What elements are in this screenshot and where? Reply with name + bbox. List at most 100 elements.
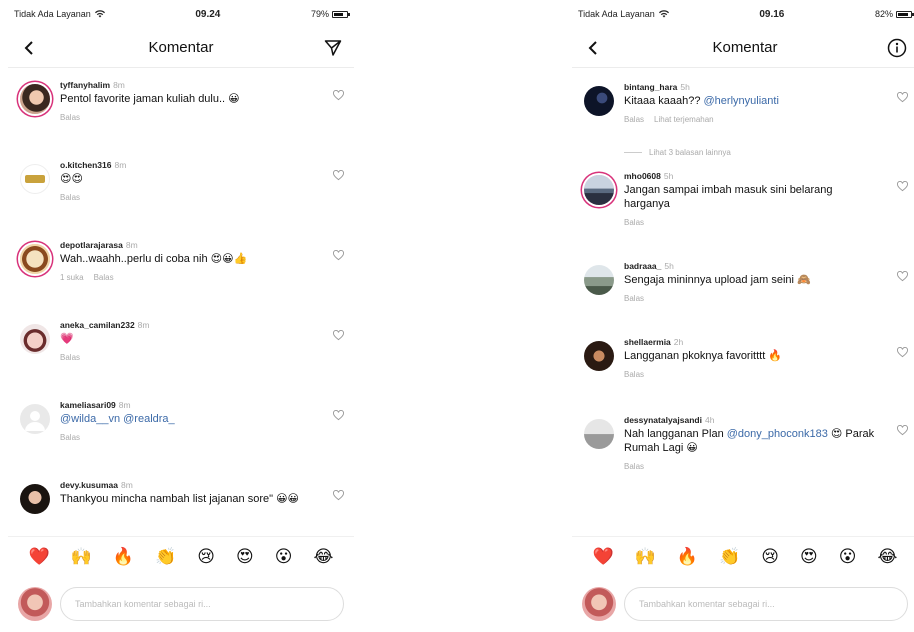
emoji-laugh[interactable]: 😂 bbox=[878, 547, 898, 567]
emoji-bar: ❤️ 🙌 🔥 👏 😢 😍 😮 😂 bbox=[572, 536, 914, 576]
heart-icon[interactable] bbox=[897, 425, 908, 436]
comment-time: 8m bbox=[125, 240, 138, 250]
heart-icon[interactable] bbox=[333, 490, 344, 501]
comment-time: 8m bbox=[118, 400, 131, 410]
carrier-label: Tidak Ada Layanan bbox=[14, 9, 91, 19]
heart-icon[interactable] bbox=[897, 271, 908, 282]
comment-username[interactable]: aneka_camilan232 bbox=[60, 320, 135, 330]
reply-link[interactable]: Balas bbox=[60, 433, 80, 442]
avatar[interactable] bbox=[20, 164, 50, 194]
mention-link[interactable]: @herlynyulianti bbox=[704, 95, 779, 107]
view-replies-label: Lihat 3 balasan lainnya bbox=[649, 148, 731, 157]
emoji-surprised[interactable]: 😮 bbox=[839, 547, 857, 567]
comment-item: kameliasari09 8m @wilda__vn @realdra_ Bal… bbox=[8, 400, 354, 480]
battery-label: 79% bbox=[310, 9, 329, 19]
reply-link[interactable]: Balas bbox=[60, 193, 80, 202]
comment-input[interactable]: Tambahkan komentar sebagai ri... bbox=[624, 587, 908, 621]
emoji-laugh[interactable]: 😂 bbox=[314, 547, 334, 567]
emoji-cry[interactable]: 😢 bbox=[761, 547, 779, 567]
heart-icon[interactable] bbox=[333, 250, 344, 261]
emoji-fire[interactable]: 🔥 bbox=[677, 547, 698, 567]
comment-time: 8m bbox=[113, 80, 125, 90]
chevron-left-icon bbox=[588, 40, 597, 55]
comment-time: 5h bbox=[680, 82, 690, 92]
heart-icon[interactable] bbox=[897, 181, 908, 192]
heart-icon[interactable] bbox=[333, 410, 344, 421]
status-bar: Tidak Ada Layanan 09.24 79% bbox=[8, 0, 354, 28]
reply-link[interactable]: Balas bbox=[624, 218, 644, 227]
comment-text: Sengaja mininnya upload jam seini 🙈 bbox=[624, 274, 811, 286]
avatar[interactable] bbox=[20, 244, 50, 274]
emoji-heart[interactable]: ❤️ bbox=[593, 547, 614, 567]
avatar[interactable] bbox=[20, 84, 50, 114]
reply-link[interactable]: Balas bbox=[60, 353, 80, 362]
reply-link[interactable]: Balas bbox=[624, 294, 644, 303]
comment-username[interactable]: mho0608 bbox=[624, 171, 661, 181]
avatar[interactable] bbox=[584, 86, 614, 116]
heart-icon[interactable] bbox=[333, 330, 344, 341]
avatar[interactable] bbox=[584, 265, 614, 295]
reply-link[interactable]: Balas bbox=[60, 113, 80, 122]
battery-icon bbox=[332, 10, 350, 18]
battery-label: 82% bbox=[874, 9, 893, 19]
battery-icon bbox=[896, 10, 914, 18]
translate-link[interactable]: Lihat terjemahan bbox=[654, 115, 714, 124]
heart-icon[interactable] bbox=[897, 92, 908, 103]
comment-time: 8m bbox=[114, 160, 127, 170]
comment-username[interactable]: shellaermia bbox=[624, 337, 671, 347]
comment-item: tyffanyhalim 8m Pentol favorite jaman kul… bbox=[8, 80, 354, 160]
comment-text: Jangan sampai imbah masuk sini belarang … bbox=[624, 184, 833, 210]
comment-username[interactable]: bintang_hara bbox=[624, 82, 677, 92]
emoji-cry[interactable]: 😢 bbox=[197, 547, 215, 567]
comment-username[interactable]: o.kitchen316 bbox=[60, 160, 112, 170]
comment-time: 5h bbox=[663, 171, 674, 181]
like-count[interactable]: 1 suka bbox=[60, 273, 84, 282]
emoji-clap[interactable]: 👏 bbox=[155, 547, 176, 567]
emoji-clap[interactable]: 👏 bbox=[719, 547, 740, 567]
comment-item: mho0608 5h Jangan sampai imbah masuk sini… bbox=[572, 171, 914, 261]
comment-username[interactable]: devy.kusumaa bbox=[60, 480, 118, 490]
reply-link[interactable]: Balas bbox=[624, 115, 644, 124]
comment-username[interactable]: dessynatalyajsandi bbox=[624, 415, 702, 425]
back-button[interactable] bbox=[582, 37, 604, 59]
avatar[interactable] bbox=[584, 341, 614, 371]
emoji-heart-eyes[interactable]: 😍 bbox=[236, 547, 254, 567]
comment-time: 8m bbox=[137, 320, 150, 330]
emoji-raised-hands[interactable]: 🙌 bbox=[71, 547, 92, 567]
battery-fill-left bbox=[334, 12, 344, 16]
comment-item: shellaermia 2h Langganan pkoknya favoritt… bbox=[572, 337, 914, 415]
comment-input[interactable]: Tambahkan komentar sebagai ri... bbox=[60, 587, 344, 621]
mention-link[interactable]: @dony_phoconk183 bbox=[727, 428, 828, 440]
emoji-fire[interactable]: 🔥 bbox=[113, 547, 134, 567]
chevron-left-icon bbox=[24, 40, 33, 55]
avatar[interactable] bbox=[584, 419, 614, 449]
comment-text[interactable]: @wilda__vn @realdra_ bbox=[60, 412, 316, 426]
heart-icon[interactable] bbox=[333, 170, 344, 181]
emoji-raised-hands[interactable]: 🙌 bbox=[635, 547, 656, 567]
reply-link[interactable]: Balas bbox=[94, 273, 114, 282]
emoji-heart[interactable]: ❤️ bbox=[29, 547, 50, 567]
heart-icon[interactable] bbox=[333, 90, 344, 101]
comment-username[interactable]: tyffanyhalim bbox=[60, 80, 110, 90]
view-replies[interactable]: Lihat 3 balasan lainnya bbox=[572, 148, 914, 157]
share-button[interactable] bbox=[322, 37, 344, 59]
reply-link[interactable]: Balas bbox=[624, 462, 644, 471]
reply-link[interactable]: Balas bbox=[624, 370, 644, 379]
emoji-surprised[interactable]: 😮 bbox=[275, 547, 293, 567]
comment-username[interactable]: kameliasari09 bbox=[60, 400, 116, 410]
avatar[interactable] bbox=[20, 324, 50, 354]
back-button[interactable] bbox=[18, 37, 40, 59]
info-icon bbox=[887, 38, 907, 57]
clock: 09.16 bbox=[759, 8, 785, 20]
avatar bbox=[18, 587, 52, 621]
avatar[interactable] bbox=[584, 175, 614, 205]
comment-text: 😍😍 bbox=[60, 173, 83, 185]
comment-time: 8m bbox=[120, 480, 133, 490]
avatar[interactable] bbox=[20, 484, 50, 514]
emoji-heart-eyes[interactable]: 😍 bbox=[800, 547, 818, 567]
comment-username[interactable]: badraaa_ bbox=[624, 261, 661, 271]
heart-icon[interactable] bbox=[897, 347, 908, 358]
avatar[interactable] bbox=[20, 404, 50, 434]
comment-username[interactable]: depotlarajarasa bbox=[60, 240, 123, 250]
info-button[interactable] bbox=[886, 37, 908, 59]
